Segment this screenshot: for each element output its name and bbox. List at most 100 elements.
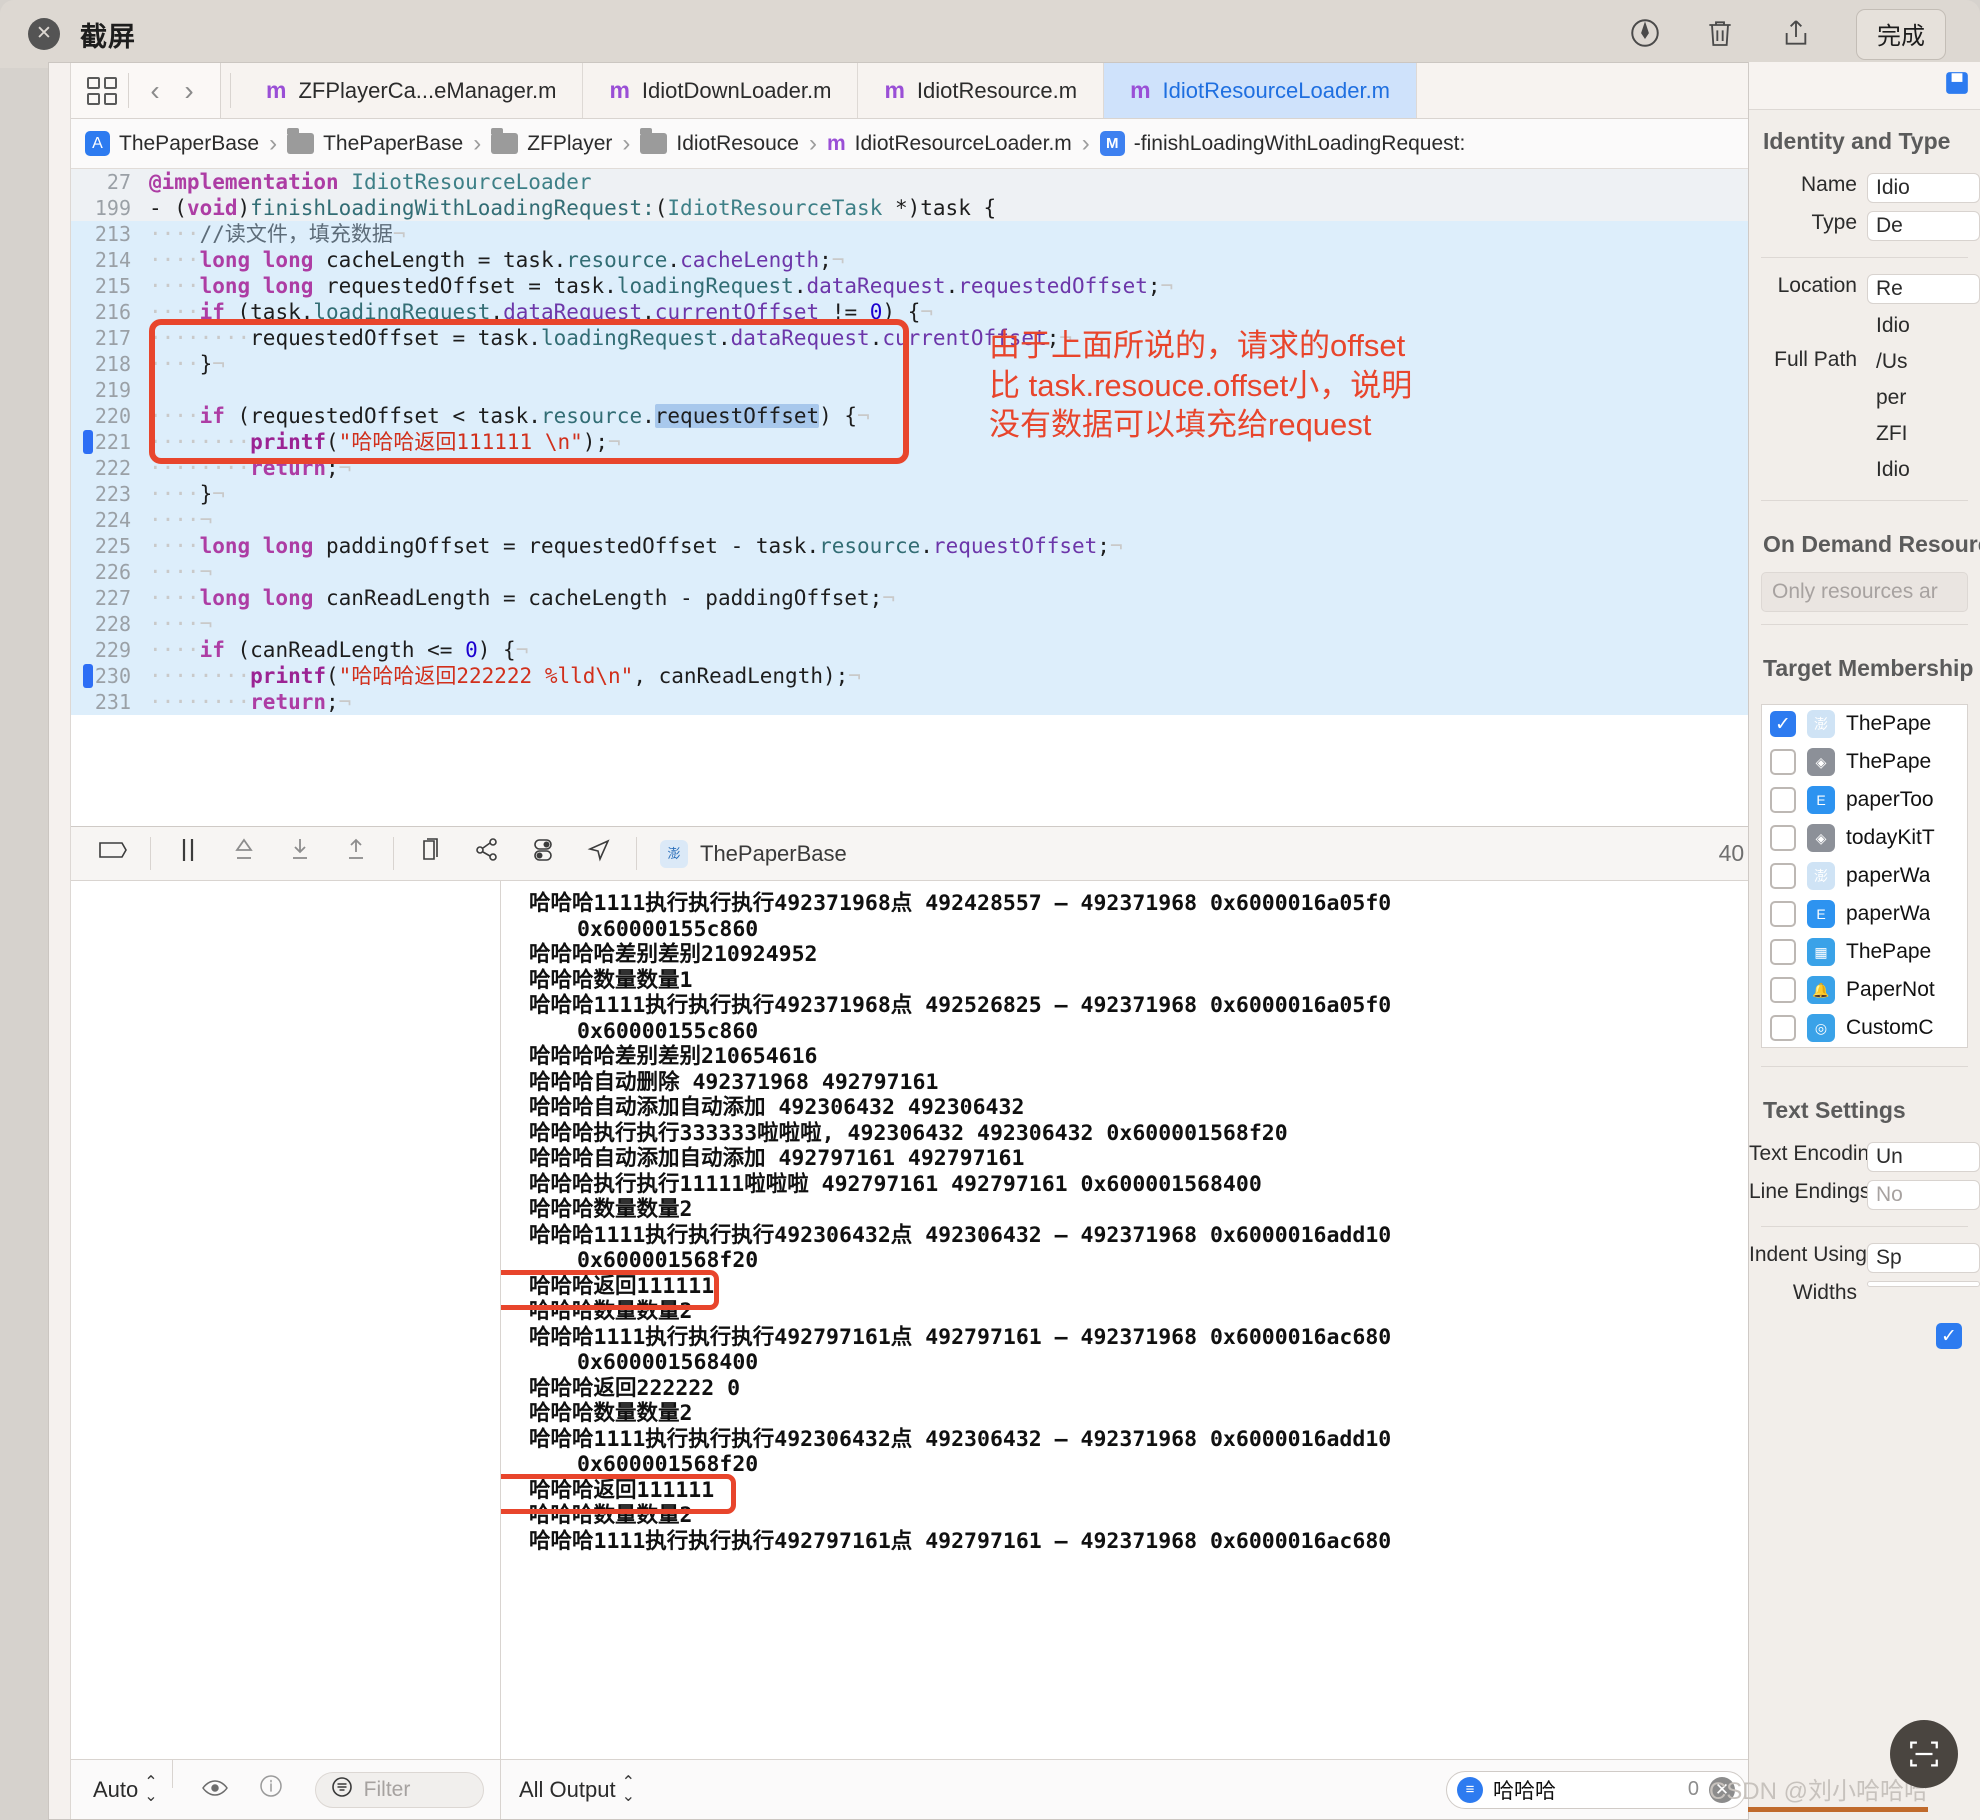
target-checkbox[interactable] xyxy=(1770,977,1796,1003)
target-name: ThePape xyxy=(1846,940,1932,963)
eye-icon[interactable] xyxy=(187,1775,243,1804)
target-checkbox[interactable] xyxy=(1770,1015,1796,1041)
target-membership-row[interactable]: EpaperToo xyxy=(1762,781,1967,819)
location-simulate-icon[interactable] xyxy=(571,837,627,870)
scope-selector[interactable]: Auto ⌃ ⌄ xyxy=(93,1775,158,1804)
wrap-lines-checkbox[interactable]: ✓ xyxy=(1936,1323,1962,1349)
breadcrumb-item-group-2[interactable]: ZFPlayer xyxy=(491,128,612,156)
editor-tab-label: ZFPlayerCa...eManager.m xyxy=(298,77,557,103)
breadcrumb-item-group-3[interactable]: IdiotResouce xyxy=(640,128,799,156)
breadcrumb-item-method[interactable]: M -finishLoadingWithLoadingRequest: xyxy=(1099,131,1465,156)
breadcrumb-label: IdiotResourceLoader.m xyxy=(854,131,1072,155)
breadcrumb-separator: › xyxy=(808,129,817,157)
inspector-field-value[interactable]: Un xyxy=(1867,1142,1980,1172)
console-search-field[interactable]: ≡ 哈哈哈 0 ✕ xyxy=(1446,1770,1746,1809)
tab-overview-icon[interactable] xyxy=(85,75,119,107)
code-text: ····long long canReadLength = cacheLengt… xyxy=(149,586,895,610)
code-line: 231 ········return;¬ xyxy=(71,689,1979,715)
clear-search-icon[interactable]: ✕ xyxy=(1709,1776,1735,1803)
variables-filter-field[interactable]: Filter xyxy=(314,1771,484,1808)
target-checkbox[interactable] xyxy=(1770,901,1796,927)
odr-tags-field[interactable]: Only resources ar xyxy=(1761,572,1968,612)
target-membership-row[interactable]: ◈ todayKitT xyxy=(1762,819,1967,857)
text-settings-rows: Text Encoding Un Line Endings No Indent Usin… xyxy=(1749,1138,1980,1309)
inspector-field-label: Full Path xyxy=(1774,348,1857,371)
target-membership-row[interactable]: ◈ ThePape xyxy=(1762,743,1967,781)
inspector-field-row: Idio xyxy=(1749,452,1980,488)
inspector-field-label: Text Encoding xyxy=(1749,1142,1881,1165)
inspector-field-label: Indent Using xyxy=(1749,1243,1867,1266)
step-out-icon[interactable] xyxy=(328,837,384,870)
step-into-icon[interactable] xyxy=(272,837,328,870)
editor-tab-3[interactable]: m IdiotResourceLoader.m xyxy=(1104,63,1418,118)
step-over-icon[interactable] xyxy=(216,837,272,870)
code-line: 230 ········printf("哈哈哈返回222222 %lld\n", … xyxy=(71,663,1979,689)
target-checkbox[interactable] xyxy=(1770,939,1796,965)
trash-icon[interactable] xyxy=(1704,16,1738,52)
target-checkbox[interactable] xyxy=(1770,863,1796,889)
breakpoint-marker[interactable] xyxy=(83,430,93,454)
target-membership-row[interactable]: ✓ 澎 ThePape xyxy=(1762,705,1967,743)
inspector-field-value[interactable]: Idio xyxy=(1867,173,1980,203)
target-checkbox[interactable] xyxy=(1770,825,1796,851)
hide-debug-area-icon[interactable] xyxy=(85,839,141,868)
editor-tab-0[interactable]: m ZFPlayerCa...eManager.m xyxy=(240,63,584,118)
editor-tab-bar: ‹ › m ZFPlayerCa...eManager.m m IdiotDow… xyxy=(71,63,1979,119)
breadcrumb-item-project[interactable]: A ThePaperBase xyxy=(85,131,259,156)
breadcrumb-label: ThePaperBase xyxy=(323,131,464,155)
target-name: PaperNot xyxy=(1846,978,1935,1001)
inspector-field-value[interactable]: Re xyxy=(1867,274,1980,304)
target-membership-row[interactable]: ◎ CustomC xyxy=(1762,1009,1967,1047)
markup-icon[interactable] xyxy=(1628,16,1662,52)
inspector-field-row: Name Idio xyxy=(1749,169,1980,207)
line-number: 218 xyxy=(94,352,131,376)
target-checkbox[interactable] xyxy=(1770,749,1796,775)
nav-forward-button[interactable]: › xyxy=(172,76,206,105)
inspector-field-value[interactable]: Sp xyxy=(1867,1243,1980,1273)
output-scope-selector[interactable]: All Output ⌃ ⌄ xyxy=(519,1775,635,1804)
line-number: 216 xyxy=(94,300,131,324)
line-number: 231 xyxy=(94,690,131,714)
environment-overrides-icon[interactable] xyxy=(515,837,571,870)
breadcrumb-label: IdiotResouce xyxy=(676,131,799,155)
editor-tab-1[interactable]: m IdiotDownLoader.m xyxy=(583,63,859,118)
variables-view[interactable] xyxy=(71,881,501,1759)
source-editor[interactable]: 27 @implementation IdiotResourceLoader 199… xyxy=(71,169,1979,827)
line-number: 217 xyxy=(94,326,131,350)
divider xyxy=(1761,257,1968,258)
inspector-field-value[interactable]: No xyxy=(1867,1180,1980,1210)
screenshot-title: 截屏 xyxy=(80,21,136,52)
line-number: 223 xyxy=(94,482,131,506)
breadcrumb-item-file[interactable]: m IdiotResourceLoader.m xyxy=(827,132,1072,156)
divider xyxy=(1761,1066,1968,1067)
done-button[interactable]: 完成 xyxy=(1856,8,1946,60)
inspector-field-label: Widths xyxy=(1792,1281,1857,1304)
inspector-field-value[interactable]: De xyxy=(1867,211,1980,241)
scheme-indicator[interactable]: 澎 ThePaperBase xyxy=(646,839,847,868)
target-membership-row[interactable]: 🔔 PaperNot xyxy=(1762,971,1967,1009)
tab-bar-tools: ‹ › xyxy=(71,63,221,118)
nav-back-button[interactable]: ‹ xyxy=(138,76,172,105)
breadcrumb-item-group-1[interactable]: ThePaperBase xyxy=(287,128,464,156)
view-hierarchy-icon[interactable] xyxy=(403,837,459,870)
target-membership-row[interactable]: ▦ ThePape xyxy=(1762,933,1967,971)
folder-icon xyxy=(640,128,668,154)
pause-icon[interactable] xyxy=(160,837,216,870)
close-button[interactable]: ✕ xyxy=(28,18,60,50)
filter-placeholder: Filter xyxy=(363,1777,411,1801)
target-checkbox[interactable] xyxy=(1770,787,1796,813)
share-icon[interactable] xyxy=(1780,16,1814,52)
inspector-section-identity-title: Identity and Type xyxy=(1763,128,1951,154)
screenshot-capture-button[interactable] xyxy=(1890,1720,1958,1788)
inspector-field-value[interactable] xyxy=(1867,1281,1980,1287)
inspector-section-odr-title: On Demand Resource Tags xyxy=(1763,531,1980,557)
code-text: ········printf("哈哈哈返回111111 \n");¬ xyxy=(149,430,621,454)
target-membership-row[interactable]: EpaperWa xyxy=(1762,895,1967,933)
info-icon[interactable] xyxy=(243,1774,299,1805)
target-membership-row[interactable]: 澎 paperWa xyxy=(1762,857,1967,895)
target-name: paperWa xyxy=(1846,902,1931,925)
breakpoint-marker[interactable] xyxy=(83,664,93,688)
editor-tab-2[interactable]: m IdiotResource.m xyxy=(858,63,1105,118)
target-checkbox[interactable]: ✓ xyxy=(1770,711,1796,737)
memory-graph-icon[interactable] xyxy=(459,837,515,870)
